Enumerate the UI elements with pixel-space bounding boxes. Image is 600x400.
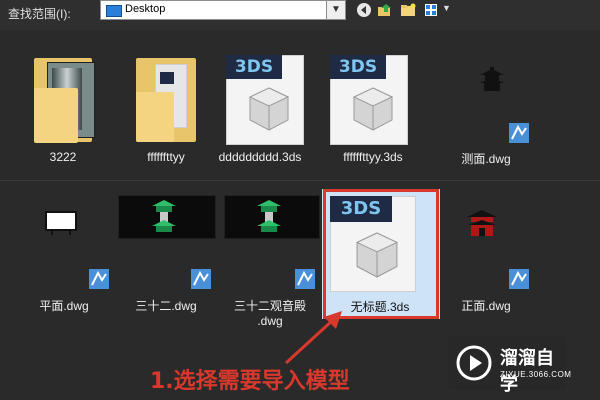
file-name: ddddddddd.3ds	[218, 150, 302, 164]
new-folder-icon[interactable]	[400, 2, 416, 18]
divider	[0, 180, 600, 181]
annotation-arrow	[284, 311, 342, 365]
cube-icon	[352, 87, 394, 131]
drawing-thumbnail	[152, 200, 176, 232]
file-name: 正面.dwg	[461, 299, 511, 313]
view-dropdown-icon[interactable]: ▼	[442, 3, 451, 13]
dwg-file-icon	[509, 269, 529, 289]
watermark: 溜溜自学 ZIXUE.3066.COM	[448, 336, 571, 394]
view-menu-icon[interactable]	[424, 2, 440, 18]
temple-front-icon	[467, 210, 497, 236]
desktop-icon	[106, 5, 122, 17]
play-logo-icon	[456, 345, 492, 381]
file-name: 3222	[49, 150, 77, 164]
annotation-text: 1.选择需要导入模型	[150, 369, 350, 394]
drawing-thumbnail	[257, 200, 281, 232]
cube-icon	[248, 87, 290, 131]
dwg-file-icon	[89, 269, 109, 289]
file-name: 三十二.dwg	[135, 299, 197, 313]
plan-drawing-icon	[45, 211, 77, 235]
dwg-file-icon	[509, 123, 529, 143]
file-name: ffffffttyy.3ds	[343, 150, 403, 164]
dwg-file-icon	[295, 269, 315, 289]
file-name: ffffffttyy	[147, 150, 185, 164]
look-in-label: 查找范围(I):	[8, 7, 71, 21]
3ds-badge: 3DS	[330, 55, 386, 79]
location-value: Desktop	[125, 3, 166, 15]
watermark-url: ZIXUE.3066.COM	[500, 370, 572, 379]
pagoda-icon	[479, 67, 505, 91]
location-combobox[interactable]: Desktop ▼	[100, 0, 346, 20]
chevron-down-icon[interactable]: ▼	[326, 1, 345, 19]
highlight-frame	[323, 189, 439, 319]
file-name: 测面.dwg	[461, 152, 511, 166]
up-folder-icon[interactable]	[377, 2, 393, 18]
toolbar: 查找范围(I): Desktop ▼ ▼	[0, 0, 600, 30]
back-arrow-icon[interactable]	[356, 2, 372, 18]
3ds-badge: 3DS	[226, 55, 282, 79]
dwg-file-icon	[191, 269, 211, 289]
file-name: 平面.dwg	[39, 299, 89, 313]
